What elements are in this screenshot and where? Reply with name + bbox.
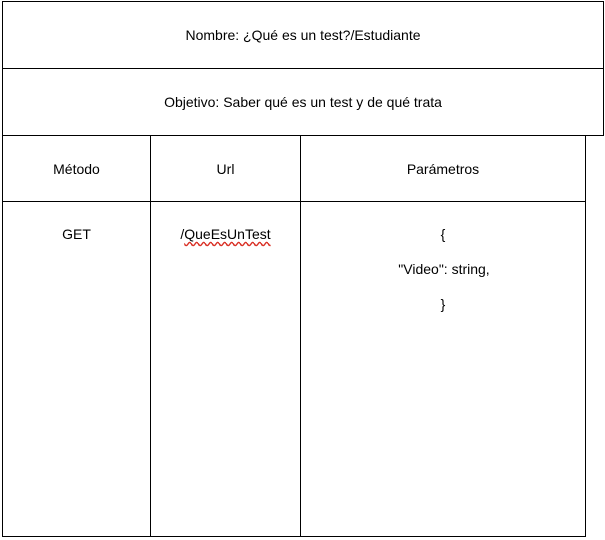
method-cell: GET (2, 201, 151, 537)
params-video-line: "Video": string, (398, 261, 490, 277)
header-parameters: Parámetros (300, 135, 586, 202)
header-url: Url (150, 135, 301, 202)
parameters-cell: { "Video": string, } (300, 201, 586, 537)
header-parameters-label: Parámetros (406, 160, 480, 177)
params-open-brace: { (440, 226, 446, 242)
header-method-label: Método (53, 160, 100, 177)
url-cell: /QueEsUnTest (150, 201, 301, 537)
objective-row: Objetivo: Saber qué es un test y de qué … (2, 68, 604, 136)
header-url-label: Url (216, 160, 235, 177)
url-value: /QueEsUnTest (151, 226, 300, 242)
params-close-brace: } (440, 296, 446, 312)
name-row: Nombre: ¿Qué es un test?/Estudiante (2, 1, 604, 69)
objective-text: Objetivo: Saber qué es un test y de qué … (164, 94, 442, 110)
method-value: GET (62, 226, 91, 242)
header-method: Método (2, 135, 151, 202)
url-word: QueEsUnTest (184, 226, 271, 242)
name-text: Nombre: ¿Qué es un test?/Estudiante (185, 27, 421, 43)
